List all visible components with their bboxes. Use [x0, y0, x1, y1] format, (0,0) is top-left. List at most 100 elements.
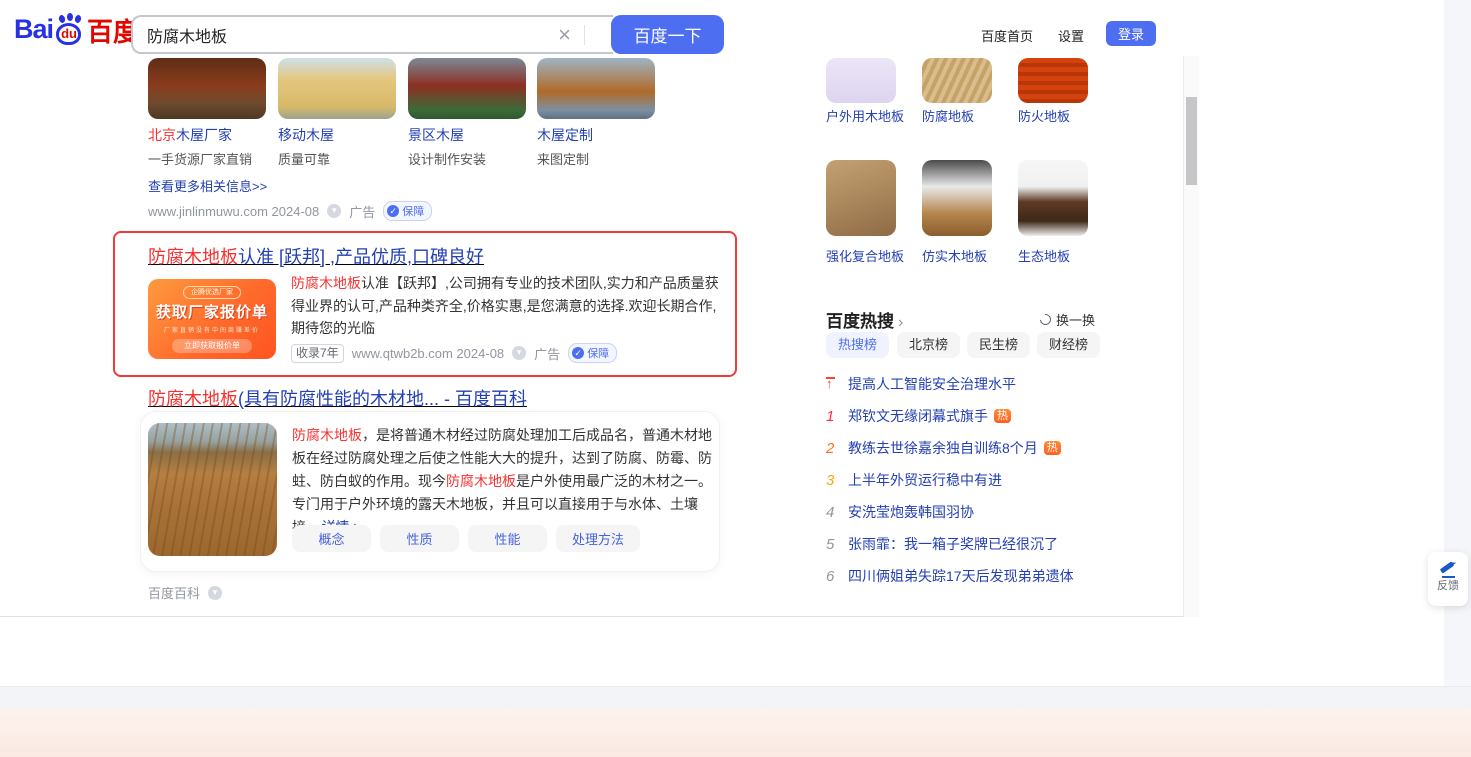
search-input[interactable]	[147, 17, 527, 52]
muwu-card-title[interactable]: 木屋定制	[537, 125, 593, 145]
feedback-button[interactable]: 反馈	[1428, 552, 1468, 606]
yuebang-baozhang-badge[interactable]: ✓ 保障	[568, 343, 618, 363]
record-years-tag: 收录7年	[291, 343, 344, 363]
baidu-logo[interactable]: Bai du 百度	[14, 13, 139, 45]
related-label[interactable]: 强化复合地板	[826, 246, 912, 267]
baike-desc-highlight2: 防腐木地板	[446, 473, 516, 489]
hot-badge: 热	[994, 409, 1011, 423]
hot-item-5[interactable]: 5 张雨霏：我一箱子奖牌已经很沉了	[826, 533, 1116, 555]
related-image-qianghua[interactable]	[826, 160, 896, 236]
muwu-card-subtitle: 来图定制	[537, 152, 590, 167]
hot-item-4[interactable]: 4 安洗莹炮轰韩国羽协	[826, 501, 1116, 523]
hot-tab-beijing[interactable]: 北京榜	[897, 332, 961, 358]
hot-item-text: 提高人工智能安全治理水平	[848, 376, 1016, 392]
hot-search-title-text: 百度热搜	[826, 312, 894, 331]
ad-image-subline: 厂家直销没有中间商赚差价	[163, 328, 260, 334]
muwu-thumb-1[interactable]	[148, 58, 266, 119]
baike-title[interactable]: 防腐木地板(具有防腐性能的木材地... - 百度百科	[148, 385, 527, 411]
related-image-fanghuo[interactable]	[1018, 58, 1088, 103]
muwu-thumb-3[interactable]	[408, 58, 526, 119]
hot-item-top[interactable]: ↑ 提高人工智能安全治理水平	[826, 373, 1116, 395]
hot-refresh-button[interactable]: 换一换	[1037, 310, 1095, 329]
related-label[interactable]: 仿实木地板	[922, 246, 1008, 267]
chevron-down-icon[interactable]: ▾	[327, 204, 342, 218]
muwu-card-subtitle: 一手货源厂家直销	[148, 152, 253, 167]
search-button[interactable]: 百度一下	[611, 15, 724, 54]
yuebang-ad-description: 防腐木地板认准【跃邦】,公司拥有专业的技术团队,实力和产品质量获得业界的认可,产…	[291, 272, 721, 340]
muwu-baozhang-badge[interactable]: ✓ 保障	[383, 201, 433, 221]
nav-settings[interactable]: 设置	[1058, 26, 1084, 45]
chevron-down-icon[interactable]: ▾	[208, 585, 223, 600]
muwu-thumb-4[interactable]	[537, 58, 655, 119]
logo-text-du: du	[61, 26, 77, 41]
search-area: × 百度一下	[131, 15, 724, 54]
login-button[interactable]: 登录	[1106, 21, 1156, 46]
pencil-icon	[1439, 561, 1457, 578]
check-icon: ✓	[572, 347, 585, 359]
related-image-outdoor[interactable]	[826, 58, 896, 103]
hot-item-text: 安洗莹炮轰韩国羽协	[848, 504, 974, 520]
muwu-card-title[interactable]: 北京木屋厂家	[148, 125, 232, 145]
muwu-title-highlight: 北京	[148, 127, 176, 143]
yuebang-ad-image[interactable]: 企腾优选厂家 获取厂家报价单 厂家直销没有中间商赚差价 立即获取报价单	[148, 279, 276, 359]
hot-tab-resou[interactable]: 热搜榜	[826, 332, 890, 358]
related-label[interactable]: 防火地板	[1018, 106, 1104, 127]
ad-image-badge: 企腾优选厂家	[183, 286, 241, 299]
hot-rank: 6	[826, 567, 835, 585]
related-label[interactable]: 户外用木地板	[826, 106, 912, 127]
muwu-title-rest: 木屋厂家	[176, 127, 232, 143]
feedback-label: 反馈	[1437, 580, 1459, 592]
baike-button-performance[interactable]: 性能	[468, 525, 547, 552]
related-image-fangshimu[interactable]	[922, 160, 992, 236]
hot-item-3[interactable]: 3 上半年外贸运行稳中有进	[826, 469, 1116, 491]
nav-baidu-home[interactable]: 百度首页	[981, 26, 1033, 45]
hot-item-text: 郑钦文无缘闭幕式旗手	[848, 408, 988, 424]
ad-desc-highlight: 防腐木地板	[291, 275, 361, 291]
page-scrollbar[interactable]: ▲	[1183, 0, 1199, 617]
muwu-card-title[interactable]: 景区木屋	[408, 125, 464, 145]
hot-search-title[interactable]: 百度热搜 ›	[826, 307, 903, 332]
related-image-shengtai[interactable]	[1018, 160, 1088, 236]
scrollbar-thumb[interactable]	[1186, 97, 1197, 185]
related-label[interactable]: 生态地板	[1018, 246, 1104, 267]
hot-badge: 热	[1043, 441, 1061, 455]
ad-title-rest: 认准 [跃邦] ,产品优质,口碑良好	[238, 247, 485, 267]
hot-tab-minsheng[interactable]: 民生榜	[967, 332, 1031, 358]
muwu-ad-label: 广告	[349, 204, 376, 220]
search-box[interactable]: ×	[131, 15, 613, 54]
search-separator	[584, 25, 585, 45]
yuebang-ad-title[interactable]: 防腐木地板认准 [跃邦] ,产品优质,口碑良好	[148, 243, 484, 269]
related-label[interactable]: 防腐地板	[922, 106, 1008, 127]
muwu-title-rest: 移动木屋	[278, 127, 334, 143]
chevron-down-icon[interactable]: ▾	[512, 346, 527, 360]
muwu-card-subtitle: 设计制作安装	[408, 152, 487, 167]
baike-title-rest: (具有防腐性能的木材地... - 百度百科	[238, 389, 527, 409]
hot-rank: 2	[826, 439, 835, 457]
hot-item-1[interactable]: 1 郑钦文无缘闭幕式旗手 热	[826, 405, 1116, 427]
baidu-paw-icon: du	[54, 13, 84, 45]
baike-button-concept[interactable]: 概念	[292, 525, 371, 552]
hot-rank: 5	[826, 535, 835, 553]
hot-tab-caijing[interactable]: 财经榜	[1037, 332, 1101, 358]
baike-button-property[interactable]: 性质	[380, 525, 459, 552]
baike-source: 百度百科	[148, 586, 201, 601]
muwu-card-title[interactable]: 移动木屋	[278, 125, 334, 145]
ad-image-button[interactable]: 立即获取报价单	[172, 339, 252, 353]
ad-image-headline: 获取厂家报价单	[155, 304, 268, 321]
screen: Bai du 百度 × 百度一下 百度首页 设置 登录 北京木屋厂家 移动木屋 …	[0, 0, 1471, 757]
hot-rank: 4	[826, 503, 835, 521]
hot-item-2[interactable]: 2 教练去世徐嘉余独自训练8个月 热	[826, 437, 1116, 459]
baike-meta-row: 百度百科 ▾	[148, 583, 223, 602]
muwu-more-link[interactable]: 查看更多相关信息>>	[148, 176, 267, 195]
baike-button-treatment[interactable]: 处理方法	[556, 525, 641, 552]
hot-rank: 3	[826, 471, 835, 489]
related-image-fangfu[interactable]	[922, 58, 992, 103]
baozhang-label: 保障	[587, 348, 610, 360]
hot-item-text: 张雨霏：我一箱子奖牌已经很沉了	[848, 536, 1058, 552]
muwu-source-url: www.jinlinmuwu.com 2024-08	[148, 203, 320, 219]
clear-icon[interactable]: ×	[558, 21, 571, 48]
muwu-thumb-2[interactable]	[278, 58, 396, 119]
baike-deck-image[interactable]	[148, 423, 277, 556]
page-footer-band	[0, 686, 1471, 708]
hot-item-6[interactable]: 6 四川俩姐弟失踪17天后发现弟弟遗体	[826, 565, 1116, 587]
